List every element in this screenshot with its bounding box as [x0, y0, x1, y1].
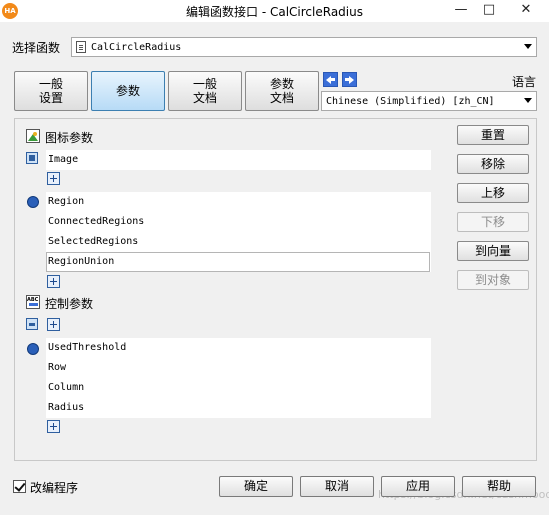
function-select-value: CalCircleRadius	[91, 42, 182, 53]
minimize-button[interactable]: —	[448, 0, 474, 22]
tab-parameter-docs[interactable]: 参数 文档	[245, 71, 319, 111]
output-control-icon	[26, 342, 39, 355]
list-item-selected-regions[interactable]: SelectedRegions	[48, 232, 138, 252]
tab-general-docs-label: 一般 文档	[192, 77, 217, 105]
reset-button[interactable]: 重置	[457, 125, 529, 145]
add-output-control-icon[interactable]	[47, 420, 60, 433]
ok-button[interactable]: 确定	[219, 476, 293, 497]
arrow-left-icon[interactable]	[323, 72, 338, 87]
cancel-button[interactable]: 取消	[300, 476, 374, 497]
list-item-used-threshold[interactable]: UsedThreshold	[48, 338, 126, 358]
apply-button[interactable]: 应用	[381, 476, 455, 497]
list-item-region[interactable]: Region	[48, 192, 84, 212]
parameters-panel: 图标参数 Image Region ConnectedRegions Selec…	[14, 118, 537, 461]
tab-parameter-docs-label: 参数 文档	[269, 77, 294, 105]
list-item-radius[interactable]: Radius	[48, 398, 84, 418]
tab-general-settings-label: 一般 设置	[38, 77, 63, 105]
move-down-button[interactable]: 下移	[457, 212, 529, 232]
input-objects-list[interactable]	[46, 150, 431, 170]
list-item-row[interactable]: Row	[48, 358, 66, 378]
tab-parameters[interactable]: 参数	[91, 71, 165, 111]
to-object-button[interactable]: 到对象	[457, 270, 529, 290]
modify-program-checkbox[interactable]	[13, 480, 26, 493]
select-function-label: 选择函数	[12, 41, 61, 55]
function-select[interactable]: CalCircleRadius	[71, 37, 537, 57]
close-button[interactable]: ✕	[504, 0, 548, 22]
control-params-title: 控制参数	[45, 297, 94, 311]
to-vector-button[interactable]: 到向量	[457, 241, 529, 261]
maximize-button[interactable]: □	[476, 0, 502, 22]
add-input-object-icon[interactable]	[47, 172, 60, 185]
tab-parameters-label: 参数	[115, 84, 140, 98]
iconic-params-icon	[26, 129, 40, 143]
list-item-column[interactable]: Column	[48, 378, 84, 398]
title-bar: HA 编辑函数接口 - CalCircleRadius — □ ✕	[0, 0, 549, 22]
move-up-button[interactable]: 上移	[457, 183, 529, 203]
list-item-region-union[interactable]: RegionUnion	[46, 252, 430, 272]
help-button[interactable]: 帮助	[462, 476, 536, 497]
chevron-down-icon[interactable]	[524, 98, 532, 103]
modify-program-label: 改编程序	[30, 481, 79, 495]
language-select-value: Chinese (Simplified) [zh_CN]	[326, 96, 495, 107]
iconic-params-title: 图标参数	[45, 131, 94, 145]
list-item-connected-regions[interactable]: ConnectedRegions	[48, 212, 144, 232]
procedure-icon	[76, 41, 86, 53]
language-label: 语言	[512, 75, 537, 89]
add-output-object-icon[interactable]	[47, 275, 60, 288]
output-object-icon	[26, 195, 39, 208]
tab-general-settings[interactable]: 一般 设置	[14, 71, 88, 111]
add-input-control-icon[interactable]	[47, 318, 60, 331]
language-select[interactable]: Chinese (Simplified) [zh_CN]	[321, 91, 537, 111]
list-item-image[interactable]: Image	[48, 150, 78, 170]
input-object-icon	[26, 152, 38, 164]
remove-button[interactable]: 移除	[457, 154, 529, 174]
input-control-icon	[26, 318, 38, 330]
chevron-down-icon[interactable]	[524, 44, 532, 49]
tab-general-docs[interactable]: 一般 文档	[168, 71, 242, 111]
arrow-right-icon[interactable]	[342, 72, 357, 87]
control-params-icon	[26, 295, 40, 309]
